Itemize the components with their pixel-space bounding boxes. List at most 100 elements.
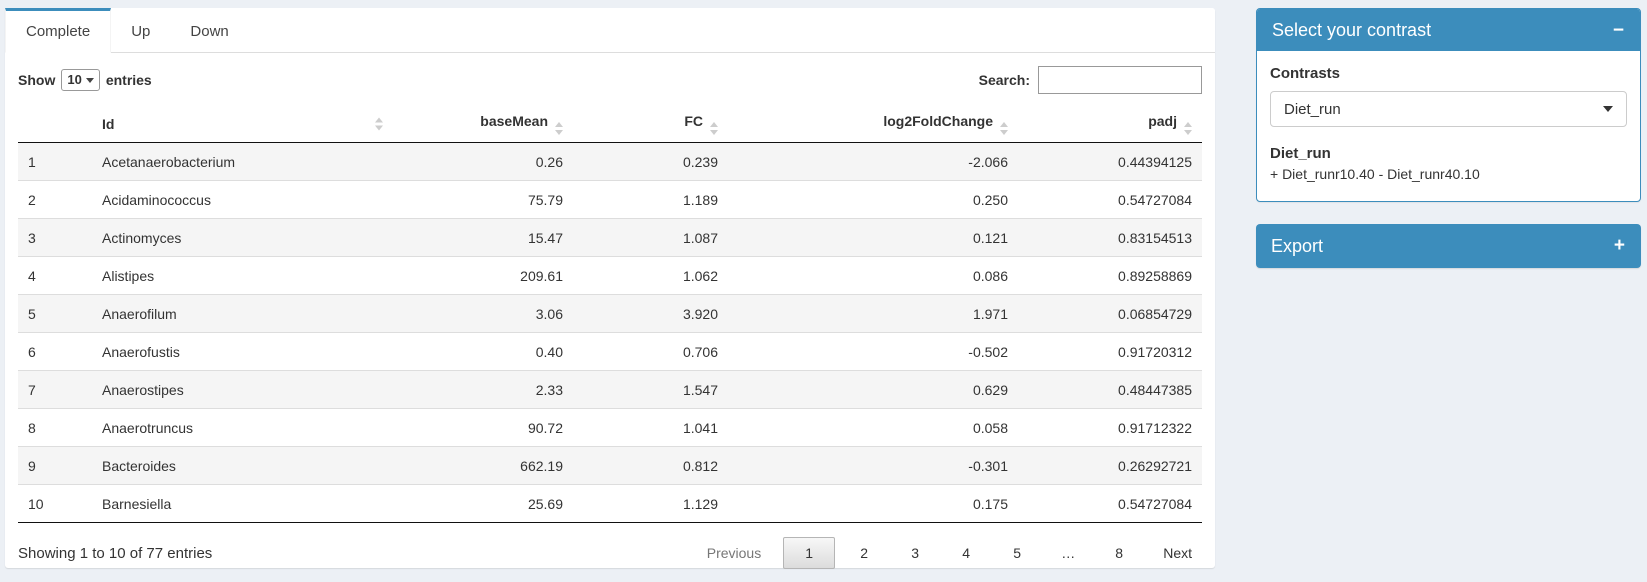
log2foldchange-cell: 0.629: [728, 371, 1018, 409]
sort-icon: [555, 122, 563, 135]
pagination-ellipsis: …: [1046, 537, 1090, 569]
padj-cell: 0.48447385: [1018, 371, 1202, 409]
basemean-cell: 0.26: [390, 143, 573, 181]
column-header-basemean[interactable]: baseMean: [390, 106, 573, 143]
row-index-cell: 1: [18, 143, 92, 181]
table-controls: Show 10 entries Search:: [18, 66, 1202, 94]
tab-complete[interactable]: Complete: [5, 8, 111, 53]
column-header-padj[interactable]: padj: [1018, 106, 1202, 143]
fc-cell: 0.706: [573, 333, 728, 371]
pagination-page-5[interactable]: 5: [995, 537, 1039, 569]
pagination: Previous12345…8Next: [690, 537, 1202, 569]
fc-cell: 1.129: [573, 485, 728, 523]
id-cell: Bacteroides: [92, 447, 390, 485]
column-header-log2foldchange[interactable]: log2FoldChange: [728, 106, 1018, 143]
fc-cell: 1.062: [573, 257, 728, 295]
contrast-panel-header[interactable]: Select your contrast −: [1257, 9, 1640, 51]
column-label: Id: [102, 116, 114, 132]
pagination-page-3[interactable]: 3: [893, 537, 937, 569]
sort-icon: [1000, 122, 1008, 135]
search-label: Search:: [979, 72, 1030, 88]
column-header-index: [18, 106, 92, 143]
sort-icon: [375, 118, 383, 131]
show-label: Show: [18, 72, 55, 88]
id-cell: Anaerofustis: [92, 333, 390, 371]
expand-plus-icon[interactable]: +: [1614, 235, 1625, 257]
padj-cell: 0.54727084: [1018, 485, 1202, 523]
table-body: 1Acetanaerobacterium0.260.239-2.0660.443…: [18, 143, 1202, 523]
table-info: Showing 1 to 10 of 77 entries: [18, 545, 212, 562]
table-row: 9Bacteroides662.190.812-0.3010.26292721: [18, 447, 1202, 485]
basemean-cell: 3.06: [390, 295, 573, 333]
tab-down[interactable]: Down: [170, 8, 248, 52]
results-card: Complete Up Down Show 10 entries Search:: [5, 8, 1215, 568]
pagination-page-8[interactable]: 8: [1097, 537, 1141, 569]
collapse-minus-icon[interactable]: −: [1613, 21, 1624, 40]
pagination-page-4[interactable]: 4: [944, 537, 988, 569]
column-header-fc[interactable]: FC: [573, 106, 728, 143]
column-label: FC: [684, 113, 703, 129]
contrast-formula: + Diet_runr10.40 - Diet_runr40.10: [1270, 166, 1627, 182]
id-cell: Anaerostipes: [92, 371, 390, 409]
pagination-next-button[interactable]: Next: [1148, 537, 1202, 569]
pagination-page-1[interactable]: 1: [783, 537, 835, 569]
fc-cell: 3.920: [573, 295, 728, 333]
basemean-cell: 15.47: [390, 219, 573, 257]
contrast-select-value: Diet_run: [1284, 101, 1341, 118]
fc-cell: 1.189: [573, 181, 728, 219]
row-index-cell: 7: [18, 371, 92, 409]
log2foldchange-cell: 0.250: [728, 181, 1018, 219]
contrast-select[interactable]: Diet_run: [1270, 91, 1627, 127]
fc-cell: 0.239: [573, 143, 728, 181]
log2foldchange-cell: -0.301: [728, 447, 1018, 485]
id-cell: Acetanaerobacterium: [92, 143, 390, 181]
sort-icon: [710, 122, 718, 135]
contrasts-label: Contrasts: [1270, 65, 1627, 82]
id-cell: Anaerotruncus: [92, 409, 390, 447]
id-cell: Alistipes: [92, 257, 390, 295]
results-tab-bar: Complete Up Down: [5, 8, 1215, 53]
column-header-id[interactable]: Id: [92, 106, 390, 143]
table-footer: Showing 1 to 10 of 77 entries Previous12…: [18, 537, 1202, 569]
table-row: 10Barnesiella25.691.1290.1750.54727084: [18, 485, 1202, 523]
export-panel-header[interactable]: Export +: [1256, 224, 1641, 268]
sort-icon: [1184, 122, 1192, 135]
basemean-cell: 0.40: [390, 333, 573, 371]
search-input[interactable]: [1038, 66, 1202, 94]
log2foldchange-cell: 0.175: [728, 485, 1018, 523]
table-row: 5Anaerofilum3.063.9201.9710.06854729: [18, 295, 1202, 333]
table-row: 8Anaerotruncus90.721.0410.0580.91712322: [18, 409, 1202, 447]
padj-cell: 0.89258869: [1018, 257, 1202, 295]
padj-cell: 0.44394125: [1018, 143, 1202, 181]
table-row: 2Acidaminococcus75.791.1890.2500.5472708…: [18, 181, 1202, 219]
page-length-control: Show 10 entries: [18, 69, 152, 91]
padj-cell: 0.83154513: [1018, 219, 1202, 257]
tab-up[interactable]: Up: [111, 8, 170, 52]
padj-cell: 0.26292721: [1018, 447, 1202, 485]
contrast-panel: Select your contrast − Contrasts Diet_ru…: [1256, 8, 1641, 202]
row-index-cell: 8: [18, 409, 92, 447]
row-index-cell: 3: [18, 219, 92, 257]
basemean-cell: 209.61: [390, 257, 573, 295]
table-row: 3Actinomyces15.471.0870.1210.83154513: [18, 219, 1202, 257]
contrast-name: Diet_run: [1270, 145, 1627, 162]
basemean-cell: 25.69: [390, 485, 573, 523]
log2foldchange-cell: -0.502: [728, 333, 1018, 371]
row-index-cell: 10: [18, 485, 92, 523]
fc-cell: 1.041: [573, 409, 728, 447]
log2foldchange-cell: 0.121: [728, 219, 1018, 257]
entries-label: entries: [106, 72, 152, 88]
basemean-cell: 75.79: [390, 181, 573, 219]
search-control: Search:: [979, 66, 1202, 94]
basemean-cell: 90.72: [390, 409, 573, 447]
padj-cell: 0.91720312: [1018, 333, 1202, 371]
fc-cell: 1.087: [573, 219, 728, 257]
select-caret-icon: [86, 78, 94, 83]
pagination-previous-button[interactable]: Previous: [697, 537, 776, 569]
page-length-select[interactable]: 10: [61, 69, 99, 91]
pagination-page-2[interactable]: 2: [842, 537, 886, 569]
table-row: 4Alistipes209.611.0620.0860.89258869: [18, 257, 1202, 295]
table-row: 6Anaerofustis0.400.706-0.5020.91720312: [18, 333, 1202, 371]
padj-cell: 0.54727084: [1018, 181, 1202, 219]
id-cell: Acidaminococcus: [92, 181, 390, 219]
